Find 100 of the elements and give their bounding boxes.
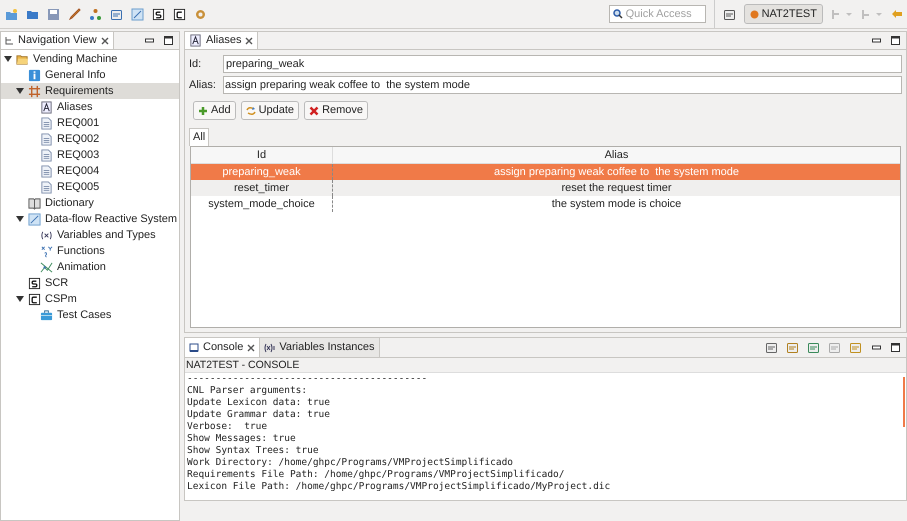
tree-item[interactable]: Test Cases [1, 307, 179, 323]
tree-item[interactable]: REQ003 [1, 147, 179, 163]
tree-item-label: REQ002 [57, 132, 100, 147]
remove-button[interactable]: Remove [304, 101, 368, 120]
maximize-icon[interactable] [891, 36, 900, 45]
perspective-icon [750, 10, 759, 18]
tree-item-label: Animation [57, 260, 106, 275]
pencil-icon[interactable] [68, 8, 81, 20]
letter-a-icon [40, 100, 53, 114]
alias-field[interactable]: assign preparing weak coffee to the system mode [223, 76, 902, 94]
tree-item[interactable]: REQ001 [1, 115, 179, 131]
console-line: Work Directory: /home/ghpc/Programs/VMProjectSimplificado [187, 457, 514, 469]
console-line: CNL Parser arguments: [187, 385, 308, 397]
document-icon [40, 148, 53, 162]
plus-icon [198, 106, 208, 116]
console-line: Lexicon File Path: /home/ghpc/Programs/VMProjectSimplificado/MyProject.dic [187, 481, 610, 493]
tree-item-label: REQ003 [57, 148, 100, 163]
tree-item-label: CSPm [45, 292, 77, 307]
c-box-icon [173, 8, 186, 20]
expand-arrow-icon[interactable] [16, 87, 24, 95]
tree-item[interactable]: CSPm [1, 291, 179, 307]
close-icon[interactable] [247, 344, 256, 352]
briefcase-icon [40, 308, 53, 322]
functions-icon [40, 244, 53, 258]
folder-icon [16, 52, 29, 66]
update-button[interactable]: Update [240, 101, 300, 120]
tree-item-label: Data-flow Reactive System [45, 212, 178, 227]
save-icon[interactable] [47, 8, 60, 20]
tree-item[interactable]: Functions [1, 243, 179, 259]
editor-tab[interactable]: Aliases [185, 32, 258, 49]
chart-icon [28, 212, 41, 226]
table-cell: system_mode_choice [191, 196, 333, 212]
console-title: NAT2TEST - CONSOLE [185, 358, 300, 372]
close-icon[interactable] [245, 36, 254, 44]
expand-arrow-icon[interactable] [4, 55, 12, 63]
id-field[interactable]: preparing_weak [223, 55, 902, 73]
close-icon[interactable] [100, 36, 109, 44]
tree-item[interactable]: REQ005 [1, 179, 179, 195]
tree-item-label: REQ004 [57, 164, 100, 179]
new-file-icon[interactable] [5, 8, 18, 20]
table-row[interactable]: reset_timer reset the request timer [191, 180, 900, 196]
alias-label: Alias: [189, 78, 217, 93]
console-line: ------------------------------------------ [187, 373, 428, 385]
table-cell-text: reset the request timer [560, 181, 673, 196]
chart-icon[interactable] [131, 8, 144, 20]
column-header[interactable]: Id [191, 147, 333, 163]
tab-label: Aliases [206, 33, 242, 48]
tab-label: Console [203, 340, 244, 356]
tree-item[interactable]: Data-flow Reactive System [1, 211, 179, 227]
tree-item[interactable]: Requirements [1, 83, 179, 99]
console-line: Verbose: true [187, 421, 268, 433]
animation-icon [40, 260, 53, 274]
perspective-button[interactable]: NAT2TEST [744, 4, 823, 24]
column-header[interactable]: Alias [333, 147, 900, 163]
tree-item-label: REQ001 [57, 116, 100, 131]
console-tab[interactable]: Variables Instances [260, 338, 380, 357]
tab-label: Navigation View [18, 33, 97, 48]
tree-item[interactable]: Animation [1, 259, 179, 275]
tree-item[interactable]: SCR [1, 275, 179, 291]
panel-tab[interactable]: Navigation View [1, 32, 114, 49]
add-button[interactable]: Add [193, 101, 236, 120]
tree-item[interactable]: REQ004 [1, 163, 179, 179]
c-box-icon [28, 292, 41, 306]
tree-item-label: Test Cases [57, 308, 112, 323]
expand-arrow-icon[interactable] [16, 295, 24, 303]
document-icon [40, 116, 53, 130]
maximize-icon[interactable] [891, 343, 900, 352]
expand-arrow-icon[interactable] [16, 215, 24, 223]
tree-item-label: Functions [57, 244, 105, 259]
tree-item[interactable]: REQ002 [1, 131, 179, 147]
console-line: Show Syntax Trees: true [187, 445, 319, 457]
hierarchy-icon[interactable] [89, 8, 102, 20]
tree-item-label: SCR [45, 276, 68, 291]
tree-item[interactable]: General Info [1, 67, 179, 83]
tree-item-label: Dictionary [45, 196, 94, 211]
tree-icon [5, 36, 14, 45]
tree-item-label: Requirements [45, 84, 114, 99]
id-label: Id: [189, 56, 202, 72]
maximize-icon[interactable] [164, 36, 173, 45]
s-box-icon [152, 8, 165, 20]
tree-item-label: Vending Machine [33, 52, 118, 67]
tree-item-label: REQ005 [57, 180, 100, 195]
table-tab[interactable]: All [189, 128, 210, 146]
tree-item[interactable]: Vending Machine [1, 51, 179, 67]
tab-label: Variables Instances [279, 340, 375, 356]
table-icon[interactable] [110, 8, 123, 20]
tree-item[interactable]: Dictionary [1, 195, 179, 211]
refresh-icon [246, 106, 256, 116]
tree-item[interactable]: Aliases [1, 99, 179, 115]
quick-access-field[interactable]: Quick Access [608, 5, 706, 23]
console-line: Requirements File Path: /home/ghpc/Programs/VMProjectSimplificado/ [187, 469, 564, 481]
tree-item[interactable]: Variables and Types [1, 227, 179, 243]
console-line: Update Grammar data: true [187, 409, 330, 421]
tree-item-label: General Info [45, 68, 106, 83]
variables-icon [264, 342, 276, 352]
tree-item-label: Variables and Types [57, 228, 156, 243]
book-icon [28, 196, 41, 210]
console-tab[interactable]: Console [185, 338, 260, 357]
letter-a-icon [189, 34, 202, 47]
console-line: Show Messages: true [187, 433, 296, 445]
